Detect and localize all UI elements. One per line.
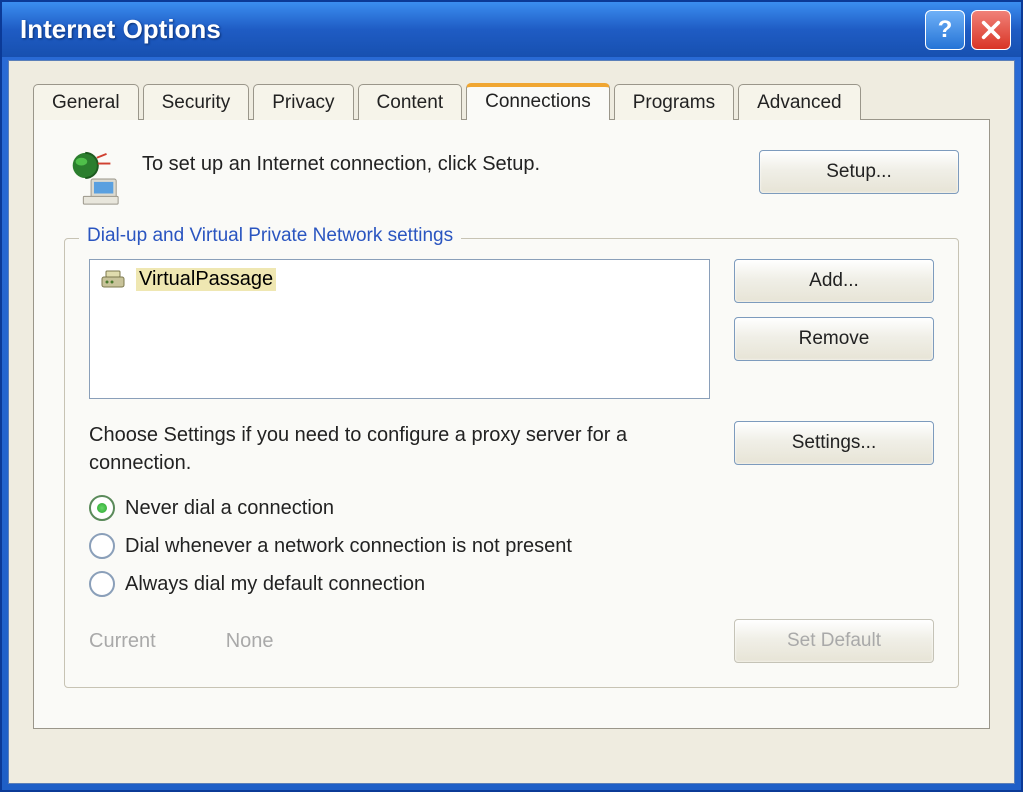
tab-privacy[interactable]: Privacy <box>253 84 353 120</box>
client-area: General Security Privacy Content Connect… <box>8 60 1015 784</box>
help-icon: ? <box>938 16 953 44</box>
help-button[interactable]: ? <box>925 10 965 50</box>
radio-always-dial[interactable]: Always dial my default connection <box>89 571 934 597</box>
radio-dial-when-absent[interactable]: Dial whenever a network connection is no… <box>89 533 934 559</box>
settings-button[interactable]: Settings... <box>734 421 934 465</box>
radio-label: Never dial a connection <box>125 497 334 520</box>
tab-strip: General Security Privacy Content Connect… <box>33 83 990 119</box>
remove-button[interactable]: Remove <box>734 317 934 361</box>
setup-text: To set up an Internet connection, click … <box>142 150 739 178</box>
connections-row: VirtualPassage Add... Remove <box>89 259 934 399</box>
modem-icon <box>100 269 128 291</box>
list-item[interactable]: VirtualPassage <box>96 266 703 293</box>
tab-security[interactable]: Security <box>143 84 250 120</box>
set-default-button: Set Default <box>734 619 934 663</box>
internet-options-window: Internet Options ? General Security Priv… <box>0 0 1023 792</box>
proxy-text: Choose Settings if you need to configure… <box>89 421 710 477</box>
setup-row: To set up an Internet connection, click … <box>64 150 959 208</box>
close-icon <box>980 19 1002 41</box>
tab-content[interactable]: Content <box>358 84 463 120</box>
current-value: None <box>226 630 274 653</box>
dial-options: Never dial a connection Dial whenever a … <box>89 495 934 597</box>
radio-icon-unchecked <box>89 533 115 559</box>
title-buttons: ? <box>925 10 1011 50</box>
current-default-row: Current None Set Default <box>89 619 934 663</box>
tab-general[interactable]: General <box>33 84 139 120</box>
tab-connections[interactable]: Connections <box>466 83 610 119</box>
connections-listbox[interactable]: VirtualPassage <box>89 259 710 399</box>
tab-advanced[interactable]: Advanced <box>738 84 861 120</box>
proxy-row: Choose Settings if you need to configure… <box>89 421 934 477</box>
radio-never-dial[interactable]: Never dial a connection <box>89 495 934 521</box>
dialup-groupbox: Dial-up and Virtual Private Network sett… <box>64 238 959 688</box>
radio-label: Always dial my default connection <box>125 573 425 596</box>
close-button[interactable] <box>971 10 1011 50</box>
connections-panel: To set up an Internet connection, click … <box>33 119 990 729</box>
radio-icon-unchecked <box>89 571 115 597</box>
radio-icon-checked <box>89 495 115 521</box>
current-label: Current <box>89 630 156 653</box>
connection-name: VirtualPassage <box>136 268 276 291</box>
dialup-legend: Dial-up and Virtual Private Network sett… <box>79 225 461 247</box>
radio-label: Dial whenever a network connection is no… <box>125 535 572 558</box>
internet-setup-icon <box>64 150 122 208</box>
tab-programs[interactable]: Programs <box>614 84 734 120</box>
titlebar: Internet Options ? <box>2 2 1021 57</box>
add-button[interactable]: Add... <box>734 259 934 303</box>
window-title: Internet Options <box>20 14 925 45</box>
setup-button[interactable]: Setup... <box>759 150 959 194</box>
